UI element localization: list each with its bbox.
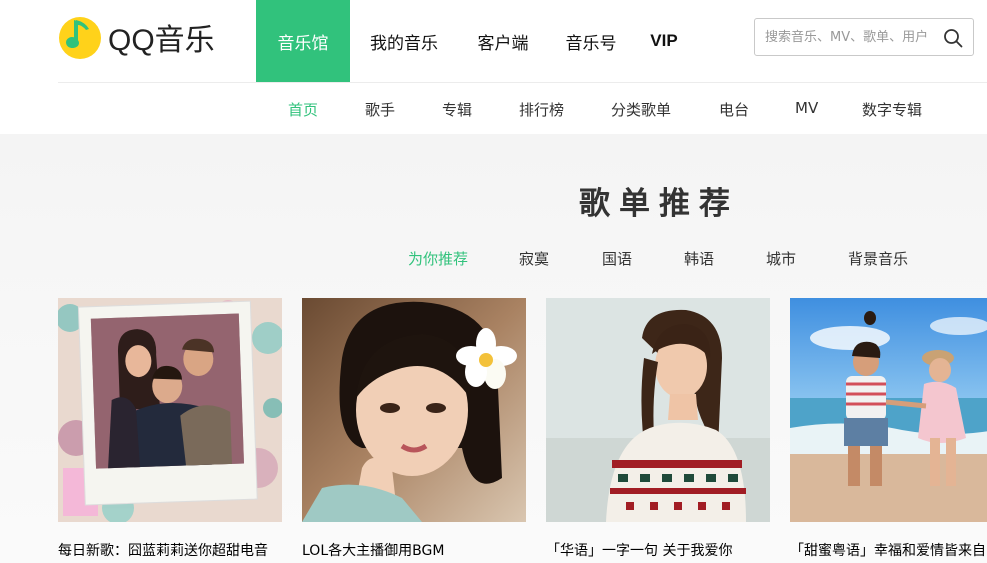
playlist-card: LOL各大主播御用BGM [302, 298, 526, 560]
playlist-cover[interactable] [546, 298, 770, 522]
playlist-recommend-section: 歌单推荐 为你推荐 寂寞 国语 韩语 城市 背景音乐 每日新歌：囧蓝莉莉送你超甜… [0, 134, 987, 563]
top-nav: 音乐馆 我的音乐 客户端 音乐号 VIP [256, 0, 694, 82]
playlist-cover[interactable] [302, 298, 526, 522]
sub-nav: 首页 歌手 专辑 排行榜 分类歌单 电台 MV 数字专辑 [0, 83, 987, 134]
playlist-card: 「甜蜜粤语」幸福和爱情皆来自 [790, 298, 987, 560]
playlist-title[interactable]: 「华语」一字一句 关于我爱你 [546, 540, 770, 560]
tab-for-you[interactable]: 为你推荐 [408, 248, 468, 269]
sub-nav-radio[interactable]: 电台 [719, 99, 749, 120]
tab-bgm[interactable]: 背景音乐 [848, 248, 908, 269]
playlist-cover[interactable] [58, 298, 282, 522]
tab-lonely[interactable]: 寂寞 [519, 248, 549, 269]
playlist-title[interactable]: 「甜蜜粤语」幸福和爱情皆来自 [790, 540, 987, 560]
tab-mandarin[interactable]: 国语 [602, 248, 632, 269]
search-box [754, 18, 974, 56]
qq-music-logo-icon [59, 17, 101, 59]
top-nav-music-hall[interactable]: 音乐馆 [256, 0, 350, 82]
top-nav-client[interactable]: 客户端 [458, 0, 548, 82]
playlist-card: 每日新歌：囧蓝莉莉送你超甜电音 [58, 298, 282, 560]
logo[interactable]: QQ音乐 [58, 14, 215, 60]
tab-city[interactable]: 城市 [766, 248, 796, 269]
top-nav-my-music[interactable]: 我的音乐 [350, 0, 458, 82]
playlist-cover[interactable] [790, 298, 987, 522]
section-title: 歌单推荐 [579, 186, 739, 222]
top-nav-vip[interactable]: VIP [634, 0, 694, 82]
tab-korean[interactable]: 韩语 [684, 248, 714, 269]
search-icon[interactable] [943, 28, 963, 48]
playlist-card: 「华语」一字一句 关于我爱你 [546, 298, 770, 560]
sub-nav-singers[interactable]: 歌手 [365, 99, 395, 120]
header: QQ音乐 音乐馆 我的音乐 客户端 音乐号 VIP [0, 0, 987, 82]
top-nav-music-account[interactable]: 音乐号 [548, 0, 634, 82]
sub-nav-digital-albums[interactable]: 数字专辑 [862, 99, 922, 120]
logo-text: QQ音乐 [108, 24, 215, 57]
playlist-title[interactable]: 每日新歌：囧蓝莉莉送你超甜电音 [58, 540, 282, 560]
sub-nav-charts[interactable]: 排行榜 [519, 99, 564, 120]
search-input[interactable] [755, 19, 943, 55]
playlist-title[interactable]: LOL各大主播御用BGM [302, 540, 526, 560]
sub-nav-category-playlists[interactable]: 分类歌单 [611, 99, 671, 120]
sub-nav-mv[interactable]: MV [795, 99, 818, 117]
sub-nav-albums[interactable]: 专辑 [442, 99, 472, 120]
sub-nav-home[interactable]: 首页 [288, 99, 318, 120]
